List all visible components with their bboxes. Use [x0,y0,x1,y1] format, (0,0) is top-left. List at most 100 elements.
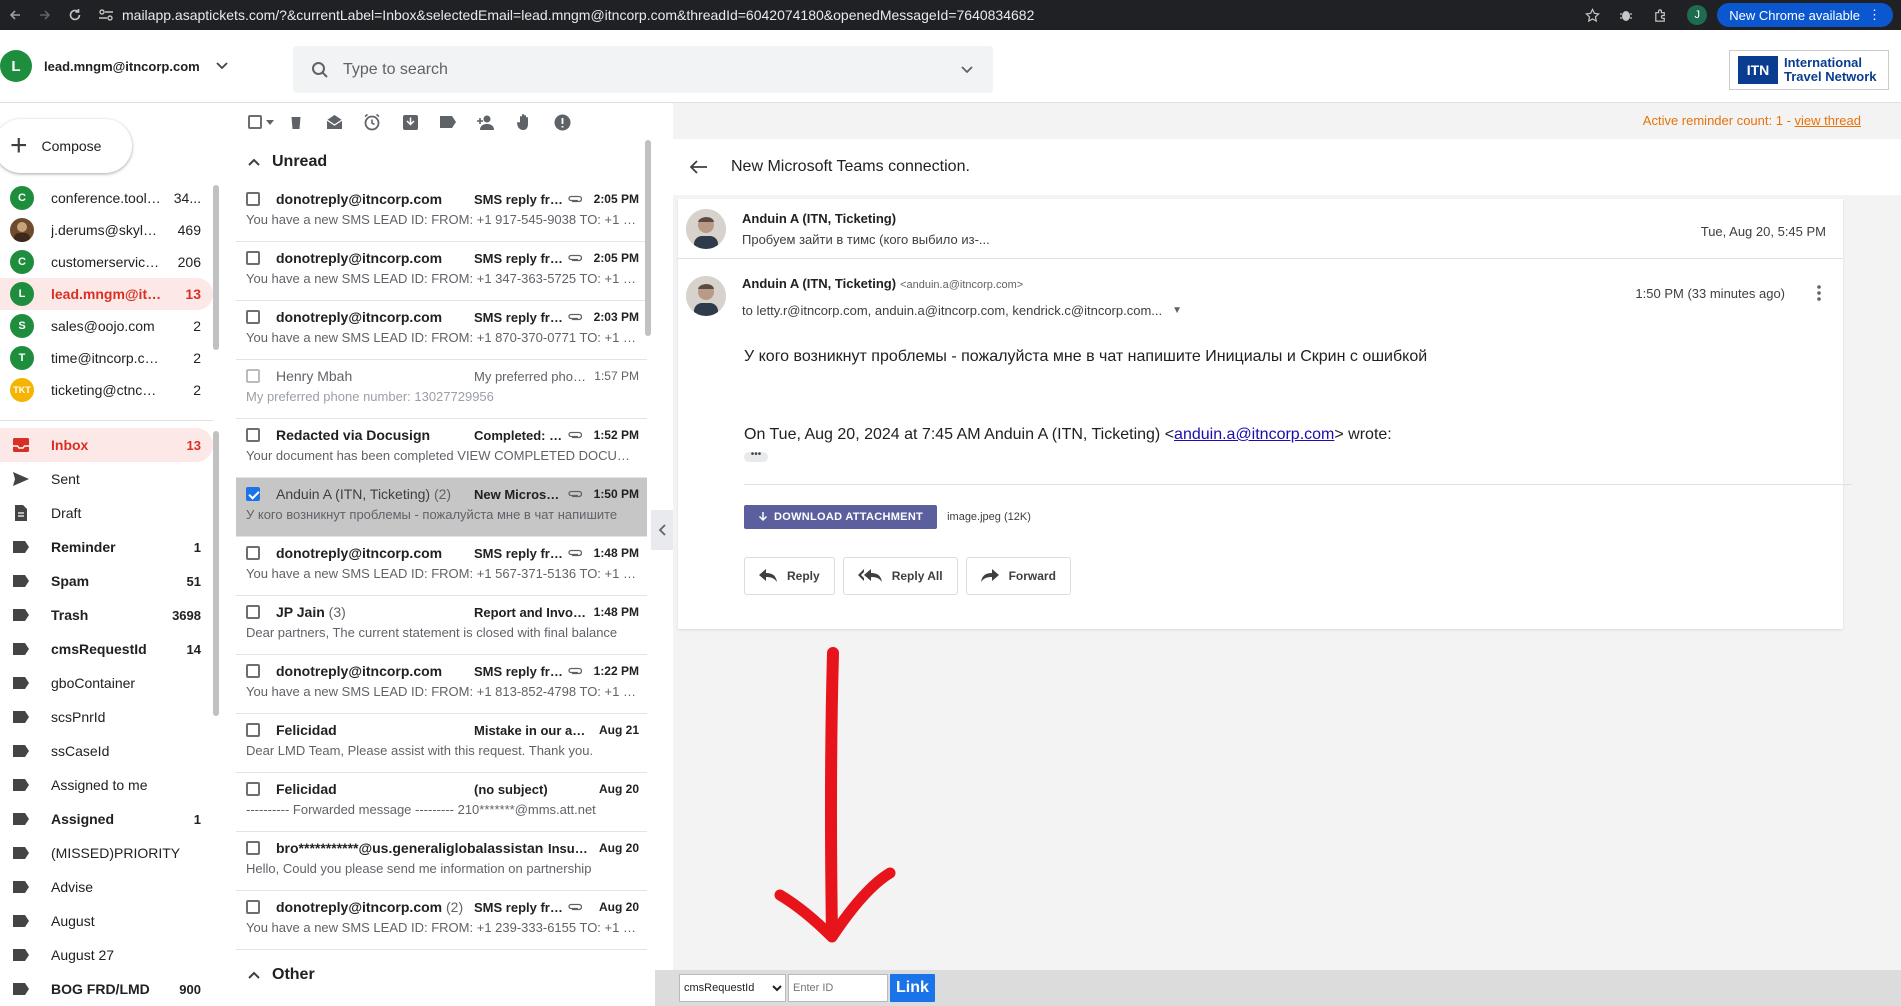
folder-bog-frd-lmd[interactable]: BOG FRD/LMD 900 [0,972,213,1006]
reload-icon[interactable] [60,0,90,30]
row-checkbox[interactable] [246,487,260,501]
folder-scspnrid[interactable]: scsPnrId [0,700,213,734]
mark-read-envelope-icon[interactable] [318,106,350,138]
account-item-ticketing[interactable]: TKT ticketing@ctncorp.com 2 [0,374,213,406]
folder-sent[interactable]: Sent [0,462,213,496]
archive-icon[interactable] [394,106,426,138]
message-row-selected[interactable]: Anduin A (ITN, Ticketing) (2) New Microso… [236,478,647,537]
folder-label: August 27 [51,947,115,963]
report-alert-icon[interactable] [546,106,578,138]
show-trimmed-content-button[interactable]: ••• [744,450,768,462]
bookmark-star-icon[interactable] [1575,0,1609,30]
reply-all-button[interactable]: Reply All [842,557,958,595]
folder-cmsrequestid[interactable]: cmsRequestId 14 [0,632,213,666]
row-checkbox[interactable] [246,369,260,383]
row-checkbox[interactable] [246,251,260,265]
folder-spam[interactable]: Spam 51 [0,564,213,598]
link-button[interactable]: Link [890,974,935,1002]
account-item-time[interactable]: T time@itncorp.com 2 [0,342,213,374]
assign-user-icon[interactable] [470,106,502,138]
quote-email-link[interactable]: anduin.a@itncorp.com [1174,426,1334,443]
forward-arrow-icon [980,569,999,582]
collapse-pane-handle[interactable] [651,510,673,550]
delete-icon[interactable] [280,106,312,138]
message-time: 2:05 PM [593,251,639,265]
id-type-select[interactable]: cmsRequestId [679,974,786,1002]
compose-button[interactable]: + Compose [0,119,132,173]
folder-trash[interactable]: Trash 3698 [0,598,213,632]
row-checkbox[interactable] [246,192,260,206]
section-other-header[interactable]: Other [236,954,647,996]
account-item-jderums[interactable]: j.derums@skyluxtravel.com 469 [0,214,213,246]
extensions-puzzle-icon[interactable] [1643,0,1677,30]
row-checkbox[interactable] [246,664,260,678]
address-bar[interactable]: mailapp.asaptickets.com/?&currentLabel=I… [90,0,1575,30]
folder-august[interactable]: August [0,904,213,938]
snooze-clock-icon[interactable] [356,106,388,138]
chrome-profile-avatar[interactable]: J [1687,5,1708,25]
download-attachment-button[interactable]: DOWNLOAD ATTACHMENT [744,505,938,529]
plus-icon: + [10,129,28,162]
account-item-customerservice[interactable]: C customerservice@itncorp.com 206 [0,246,213,278]
more-vert-icon[interactable] [1807,281,1831,305]
forward-arrow-icon[interactable] [30,0,60,30]
row-checkbox[interactable] [246,782,260,796]
search-bar[interactable] [293,46,993,93]
back-arrow-icon[interactable] [0,0,30,30]
folder-draft[interactable]: Draft [0,496,213,530]
row-checkbox[interactable] [246,428,260,442]
message-row[interactable]: donotreply@itncorp.com SMS reply from 2:03… [236,301,647,360]
folder-inbox[interactable]: Inbox 13 [0,428,213,462]
reply-button[interactable]: Reply [744,557,835,595]
row-checkbox[interactable] [246,841,260,855]
message-row[interactable]: Redacted via Docusign Completed: Please 1:… [236,419,647,478]
folder-assigned-to-me[interactable]: Assigned to me [0,768,213,802]
collapsed-message[interactable]: Anduin A (ITN, Ticketing) Пробуем зайти … [678,199,1843,259]
folder-advise[interactable]: Advise [0,870,213,904]
account-item-sales[interactable]: S sales@oojo.com 2 [0,310,213,342]
message-row[interactable]: Felicidad (no subject) Aug 20 ---------- F… [236,773,647,832]
message-row[interactable]: donotreply@itncorp.com SMS reply from 1:22… [236,655,647,714]
message-row[interactable]: Felicidad Mistake in our agency Aug 21 Dea… [236,714,647,773]
message-row[interactable]: donotreply@itncorp.com (2) SMS reply from… [236,891,647,950]
folder-assigned[interactable]: Assigned 1 [0,802,213,836]
checkbox[interactable] [248,115,262,129]
row-checkbox[interactable] [246,723,260,737]
message-row[interactable]: donotreply@itncorp.com SMS reply from 2:05… [236,242,647,301]
account-item-lead-mngm[interactable]: L lead.mngm@itncorp.com 13 [0,278,213,310]
row-checkbox[interactable] [246,605,260,619]
folder-reminder[interactable]: Reminder 1 [0,530,213,564]
label-tag-icon[interactable] [432,106,464,138]
account-switcher[interactable]: L lead.mngm@itncorp.com [0,50,290,82]
select-all-checkbox[interactable] [248,115,274,129]
folder-august-27[interactable]: August 27 [0,938,213,972]
message-row[interactable]: bro***********@us.generaliglobalassistan… [236,832,647,891]
hand-stop-icon[interactable] [508,106,540,138]
folder-sscaseid[interactable]: ssCaseId [0,734,213,768]
message-row[interactable]: JP Jain (3) Report and Invoice 1:48 PM Dea… [236,596,647,655]
section-unread-header[interactable]: Unread [236,141,647,183]
search-options-chevron-icon[interactable] [961,65,973,74]
message-row[interactable]: donotreply@itncorp.com SMS reply from 1:48… [236,537,647,596]
row-checkbox[interactable] [246,900,260,914]
message-row[interactable]: Henry Mbah My preferred phone 1:57 PM My p… [236,360,647,419]
row-checkbox[interactable] [246,310,260,324]
back-arrow-icon[interactable] [683,151,715,183]
extension-bug-icon[interactable] [1609,0,1643,30]
folder-list-scrollbar[interactable] [213,431,219,716]
enter-id-input[interactable] [788,974,888,1002]
recipients-toggle[interactable]: to letty.r@itncorp.com, anduin.a@itncorp… [742,303,1182,318]
view-thread-link[interactable]: view thread [1795,113,1861,128]
forward-button[interactable]: Forward [965,557,1071,595]
folder-missed-priority[interactable]: (MISSED)PRIORITY [0,836,213,870]
account-item-conference[interactable]: C conference.tool@itncorp.com 34... [0,182,213,214]
message-list-scrollbar[interactable] [645,140,651,336]
inbox-icon [10,434,32,456]
site-info-icon[interactable] [98,8,114,22]
row-checkbox[interactable] [246,546,260,560]
message-row[interactable]: donotreply@itncorp.com SMS reply from 2:05… [236,183,647,242]
new-chrome-available-button[interactable]: New Chrome available ⋮ [1717,3,1893,27]
account-list-scrollbar[interactable] [213,185,219,350]
search-input[interactable] [343,60,961,79]
folder-gbocontainer[interactable]: gboContainer [0,666,213,700]
